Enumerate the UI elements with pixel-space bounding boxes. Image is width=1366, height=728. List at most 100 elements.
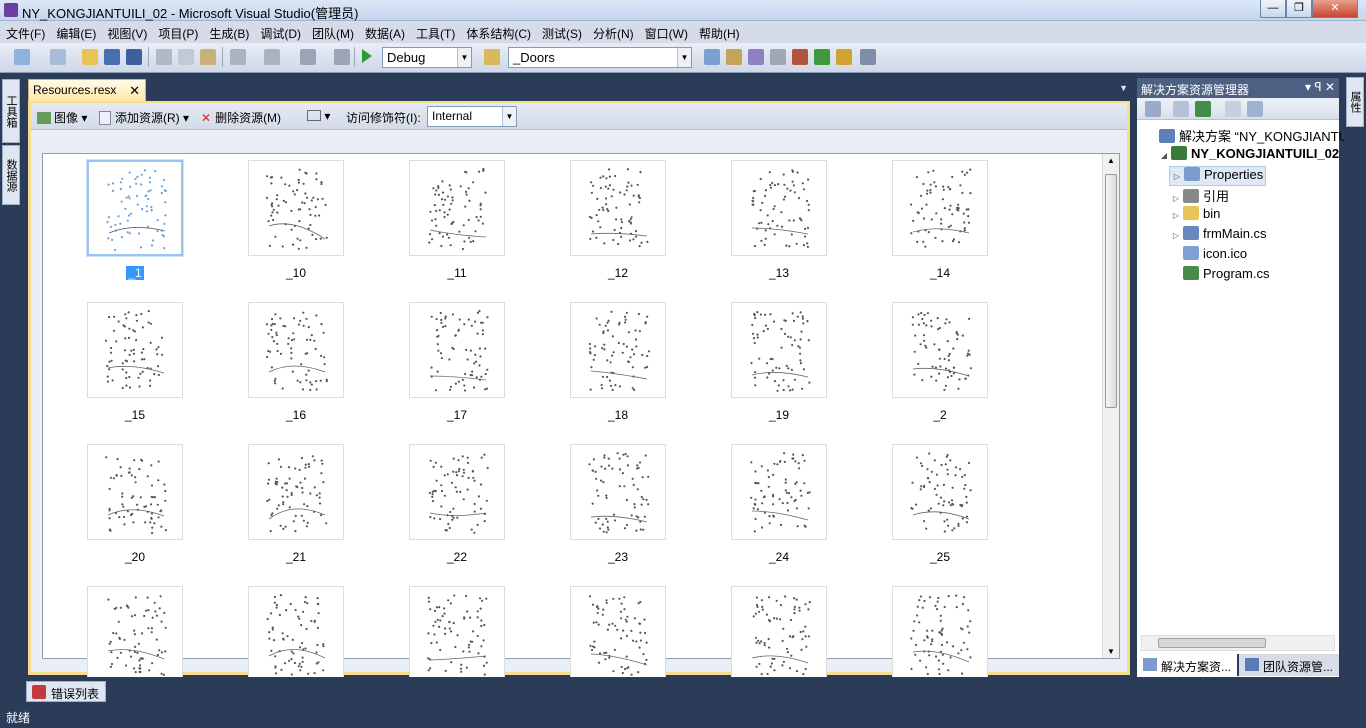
solution-tree-item[interactable]: ▷ frmMain.cs xyxy=(1169,226,1267,246)
scroll-up-icon[interactable]: ▲ xyxy=(1107,156,1115,165)
start-page-icon[interactable] xyxy=(814,49,830,65)
cut-icon[interactable] xyxy=(156,49,172,65)
menu-window[interactable]: 窗口(W) xyxy=(639,21,693,43)
resource-item[interactable]: _13 xyxy=(731,160,827,280)
menu-data[interactable]: 数据(A) xyxy=(359,21,410,43)
vertical-scrollbar[interactable]: ▲ ▼ xyxy=(1102,154,1119,658)
find-combo[interactable]: _Doors ▼ xyxy=(508,47,692,68)
resource-item[interactable]: _16 xyxy=(248,302,344,422)
resource-item[interactable]: _25 xyxy=(892,444,988,564)
object-browser-icon[interactable] xyxy=(748,49,764,65)
properties-tab[interactable]: 属性 xyxy=(1346,77,1364,127)
chevron-down-icon: ▼ xyxy=(457,48,471,67)
active-files-dropdown-icon[interactable]: ▼ xyxy=(1119,83,1128,93)
resource-name: _24 xyxy=(731,550,827,564)
tab-resources-resx[interactable]: Resources.resx ✕ xyxy=(28,79,146,101)
image-category-button[interactable]: 图像 ▾ xyxy=(37,109,87,126)
save-icon[interactable] xyxy=(104,49,120,65)
menu-help[interactable]: 帮助(H) xyxy=(693,21,745,43)
resource-item[interactable]: _21 xyxy=(248,444,344,564)
new-project-icon[interactable] xyxy=(14,49,30,65)
resource-item[interactable]: _23 xyxy=(570,444,666,564)
properties-icon[interactable] xyxy=(1145,101,1161,117)
open-file-icon[interactable] xyxy=(82,49,98,65)
menu-team[interactable]: 团队(M) xyxy=(306,21,359,43)
scroll-down-icon[interactable]: ▼ xyxy=(1107,647,1115,656)
resource-item[interactable]: _14 xyxy=(892,160,988,280)
error-list-tab[interactable]: 错误列表 xyxy=(26,681,107,702)
resource-item[interactable]: _10 xyxy=(248,160,344,280)
copy-icon[interactable] xyxy=(178,49,194,65)
solution-tree-item[interactable]: Program.cs xyxy=(1169,266,1269,286)
remove-resource-button[interactable]: ✕ 删除资源(M) xyxy=(201,109,281,126)
access-modifier-dropdown[interactable]: Internal ▼ xyxy=(427,106,517,127)
resource-item[interactable]: _18 xyxy=(570,302,666,422)
close-tab-icon[interactable]: ✕ xyxy=(129,83,140,99)
solution-tree-item[interactable]: ▷ 引用 xyxy=(1169,186,1229,206)
show-all-files-icon[interactable] xyxy=(1173,101,1189,117)
scrollbar-thumb[interactable] xyxy=(1158,638,1266,648)
add-item-icon[interactable] xyxy=(50,49,66,65)
navigate-back-icon[interactable] xyxy=(300,49,316,65)
expander-icon[interactable]: ▷ xyxy=(1169,231,1183,240)
menu-analyze[interactable]: 分析(N) xyxy=(587,21,639,43)
resource-item[interactable]: _20 xyxy=(87,444,183,564)
menu-architecture[interactable]: 体系结构(C) xyxy=(460,21,536,43)
toolbox-tab[interactable]: 工具箱 xyxy=(2,79,20,143)
tab-team-explorer[interactable]: 团队资源管... xyxy=(1239,654,1339,676)
solution-tree-item[interactable]: ◢ NY_KONGJIANTUILI_02 xyxy=(1157,146,1339,166)
resource-item[interactable]: _17 xyxy=(409,302,505,422)
expander-icon[interactable]: ◢ xyxy=(1157,151,1171,160)
resource-item[interactable]: _1 xyxy=(87,160,183,280)
add-resource-button[interactable]: 添加资源(R) ▾ xyxy=(99,109,189,126)
properties-window-icon[interactable] xyxy=(726,49,742,65)
maximize-button[interactable]: ❐ xyxy=(1286,0,1312,18)
menu-build[interactable]: 生成(B) xyxy=(203,21,254,43)
extension-manager-icon[interactable] xyxy=(792,49,808,65)
resource-item[interactable]: _12 xyxy=(570,160,666,280)
view-designer-icon[interactable] xyxy=(1247,101,1263,117)
navigate-forward-icon[interactable] xyxy=(334,49,350,65)
toolbox-icon[interactable] xyxy=(770,49,786,65)
menu-debug[interactable]: 调试(D) xyxy=(254,21,306,43)
tab-solution-explorer[interactable]: 解决方案资... xyxy=(1137,654,1237,676)
expander-icon[interactable]: ▷ xyxy=(1169,194,1183,203)
menu-file[interactable]: 文件(F) xyxy=(0,21,50,43)
more-tools-icon[interactable] xyxy=(860,49,876,65)
solution-tree-item[interactable]: icon.ico xyxy=(1169,246,1247,266)
solution-tree-item[interactable]: ▷ bin xyxy=(1169,206,1220,226)
data-sources-tab[interactable]: 数据源 xyxy=(2,145,20,205)
solution-explorer-icon[interactable] xyxy=(704,49,720,65)
refresh-icon[interactable] xyxy=(1195,101,1211,117)
solution-tree-item[interactable]: ▷ Properties xyxy=(1169,166,1267,186)
solution-tree-item[interactable]: 解决方案 “NY_KONGJIANTUI xyxy=(1145,126,1352,146)
expander-icon[interactable]: ▷ xyxy=(1170,172,1184,181)
resource-item[interactable]: _2 xyxy=(892,302,988,422)
views-button[interactable]: ▾ xyxy=(307,109,330,123)
expander-icon[interactable]: ▷ xyxy=(1169,211,1183,220)
horizontal-scrollbar[interactable] xyxy=(1141,635,1335,651)
minimize-button[interactable]: — xyxy=(1260,0,1286,18)
resource-item[interactable]: _19 xyxy=(731,302,827,422)
resource-item[interactable]: _15 xyxy=(87,302,183,422)
redo-icon[interactable] xyxy=(264,49,280,65)
paste-icon[interactable] xyxy=(200,49,216,65)
start-debugging-icon[interactable] xyxy=(362,49,372,63)
panel-controls[interactable]: ▾ ꟼ ✕ xyxy=(1305,80,1335,94)
menu-tools[interactable]: 工具(T) xyxy=(410,21,460,43)
menu-view[interactable]: 视图(V) xyxy=(101,21,152,43)
undo-icon[interactable] xyxy=(230,49,246,65)
resource-item[interactable]: _11 xyxy=(409,160,505,280)
menu-project[interactable]: 项目(P) xyxy=(152,21,203,43)
save-all-icon[interactable] xyxy=(126,49,142,65)
resource-item[interactable]: _24 xyxy=(731,444,827,564)
resource-item[interactable]: _22 xyxy=(409,444,505,564)
command-window-icon[interactable] xyxy=(836,49,852,65)
view-code-icon[interactable] xyxy=(1225,101,1241,117)
close-button[interactable]: ✕ xyxy=(1312,0,1358,18)
solution-configuration-dropdown[interactable]: Debug ▼ xyxy=(382,47,472,68)
menu-test[interactable]: 测试(S) xyxy=(536,21,587,43)
menu-edit[interactable]: 编辑(E) xyxy=(50,21,101,43)
find-in-files-icon[interactable] xyxy=(484,49,500,65)
scrollbar-thumb[interactable] xyxy=(1105,174,1117,408)
